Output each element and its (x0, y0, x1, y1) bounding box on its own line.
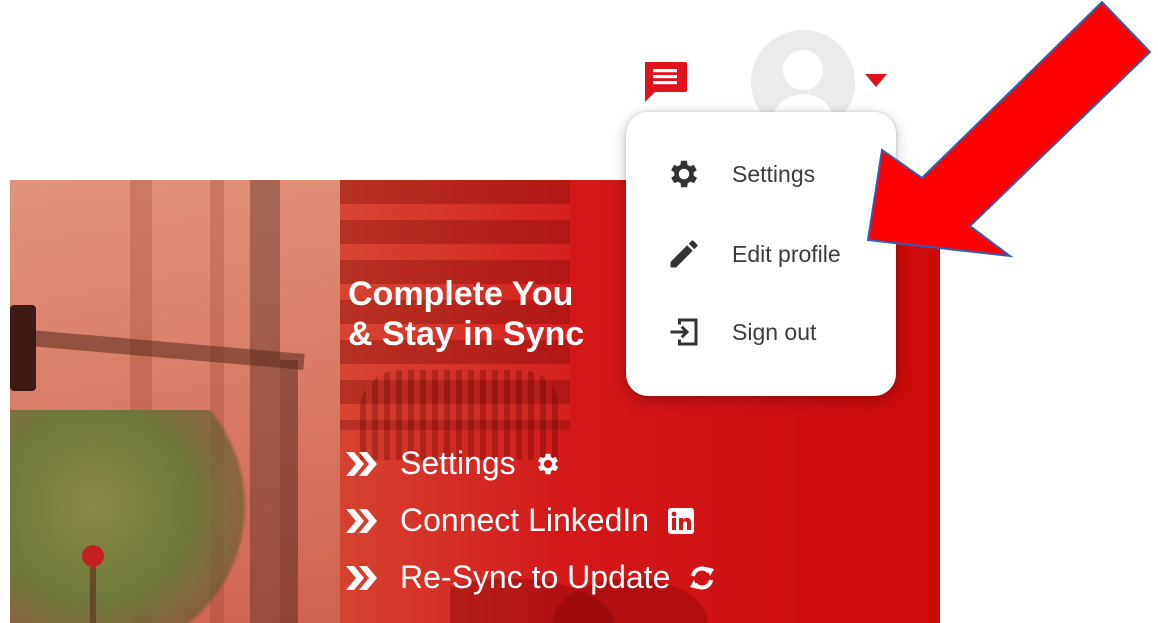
double-chevron-right-icon (346, 565, 377, 590)
sign-out-icon (664, 312, 704, 352)
menu-item-label: Settings (732, 160, 816, 187)
banner-item-label: Re-Sync to Update (400, 559, 671, 595)
page: Complete You & Stay in Sync Settings Con… (0, 0, 1158, 623)
banner-photo-pole (280, 360, 298, 623)
gear-icon (664, 154, 704, 194)
banner-headline: Complete You & Stay in Sync (348, 274, 638, 354)
sync-icon (688, 564, 716, 592)
menu-item-settings[interactable]: Settings (626, 142, 896, 206)
gear-icon (534, 450, 562, 478)
banner-item-resync[interactable]: Re-Sync to Update (344, 549, 716, 606)
banner-photo-post-light (82, 545, 104, 567)
double-chevron-right-icon (346, 508, 377, 533)
linkedin-icon (667, 507, 695, 535)
banner-item-label: Connect LinkedIn (400, 502, 650, 538)
banner-item-label: Settings (400, 445, 516, 481)
double-chevron-right-icon (346, 451, 377, 476)
menu-item-label: Sign out (732, 318, 817, 345)
menu-item-label: Edit profile (732, 240, 841, 267)
banner-photo-tree (10, 410, 250, 623)
pencil-icon (664, 234, 704, 274)
banner-item-connect-linkedin[interactable]: Connect LinkedIn (344, 492, 716, 549)
banner-headline-line1: Complete You (348, 275, 574, 313)
banner-photo-post (90, 565, 96, 623)
banner-headline-line2: & Stay in Sync (348, 315, 585, 353)
banner-item-settings[interactable]: Settings (344, 435, 716, 492)
banner-feature-list: Settings Connect LinkedIn Re-Sync to Upd… (344, 435, 716, 606)
chat-message-icon (645, 62, 687, 102)
menu-item-edit-profile[interactable]: Edit profile (626, 222, 896, 286)
chat-button[interactable] (641, 60, 689, 106)
menu-item-sign-out[interactable]: Sign out (626, 300, 896, 364)
banner-photo-detail (250, 180, 280, 623)
account-dropdown-menu: Settings Edit profile Sign out (626, 112, 896, 396)
banner-photo-traffic-signal (10, 305, 36, 391)
annotation-arrow-icon (866, 0, 1152, 258)
